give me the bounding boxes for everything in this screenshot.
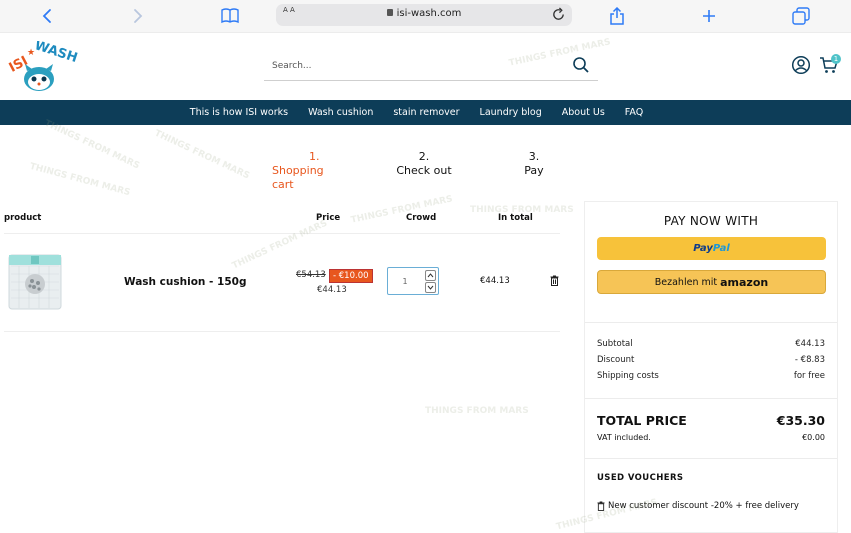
cart-count-badge: 1 (831, 54, 841, 64)
cart-table: product Price Crowd In total Wash cushio… (4, 201, 560, 332)
share-icon[interactable] (606, 5, 628, 27)
divider (585, 322, 837, 323)
paypal-pal-text: Pal (712, 243, 730, 254)
amazon-pay-button[interactable]: Bezahlen mit amazon (597, 270, 826, 294)
total-value: €35.30 (776, 413, 825, 428)
product-image[interactable] (6, 252, 64, 312)
search-bar (264, 53, 598, 81)
divider (585, 398, 837, 399)
watermark: THINGS FROM MARS (425, 406, 529, 416)
browser-toolbar: A A isi-wash.com (0, 0, 851, 33)
product-name[interactable]: Wash cushion - 150g (124, 276, 247, 288)
subtotal-value: €44.13 (795, 339, 825, 349)
chevron-up-icon (427, 273, 434, 278)
amazon-logo: amazon (720, 275, 769, 289)
original-price: €54.13 (296, 270, 326, 280)
vat-value: €0.00 (802, 433, 825, 442)
discount-label: Discount (597, 355, 635, 365)
main-nav: This is how ISI works Wash cushion stain… (0, 100, 851, 125)
column-total: In total (498, 213, 533, 223)
paypal-pay-text: Pay (693, 243, 713, 254)
total-row: TOTAL PRICE €35.30 (597, 413, 825, 428)
column-product: product (4, 213, 42, 223)
step-label: Pay (524, 164, 544, 177)
new-tab-icon[interactable] (698, 5, 720, 27)
nav-item-wash-cushion[interactable]: Wash cushion (308, 107, 373, 118)
chevron-down-icon (427, 285, 434, 290)
voucher-text: New customer discount -20% + free delive… (608, 501, 799, 511)
increase-quantity-button[interactable] (425, 270, 436, 281)
isi-wash-logo[interactable]: ISI WASH ★ (3, 41, 79, 95)
nav-item-faq[interactable]: FAQ (625, 107, 643, 118)
quantity-stepper (387, 267, 439, 295)
shipping-value: for free (793, 371, 825, 381)
step-shopping-cart[interactable]: 1. Shopping cart (272, 150, 342, 192)
forward-icon[interactable] (127, 5, 149, 27)
cart-item-row: Wash cushion - 150g €54.13 - €10.00 €44.… (4, 234, 560, 332)
discount-value: - €8.83 (794, 355, 825, 365)
url-text: isi-wash.com (396, 8, 462, 19)
bookmarks-icon[interactable] (219, 5, 241, 27)
account-icon[interactable] (791, 55, 811, 75)
paypal-button[interactable]: Pay Pal (597, 237, 826, 260)
nav-item-laundry-blog[interactable]: Laundry blog (480, 107, 542, 118)
column-crowd: Crowd (406, 213, 437, 223)
amazon-label: Bezahlen mit (654, 276, 718, 288)
search-icon[interactable] (572, 56, 590, 74)
subtotal-label: Subtotal (597, 339, 633, 349)
used-vouchers-heading: USED VOUCHERS (597, 473, 684, 483)
url-display[interactable]: isi-wash.com (276, 8, 572, 19)
cart-header-row: product Price Crowd In total (4, 201, 560, 234)
nav-item-how-it-works[interactable]: This is how ISI works (190, 107, 288, 118)
vat-label: VAT included. (597, 433, 651, 442)
decrease-quantity-button[interactable] (425, 282, 436, 293)
column-price: Price (316, 213, 341, 223)
step-label: Check out (396, 164, 452, 177)
svg-text:WASH: WASH (33, 41, 79, 66)
step-number: 1. (309, 150, 320, 163)
pay-now-heading: PAY NOW WITH (663, 214, 759, 228)
unit-price: €44.13 (317, 285, 347, 295)
back-icon[interactable] (36, 5, 58, 27)
step-check-out[interactable]: 2. Check out (390, 150, 458, 178)
order-summary: PAY NOW WITH Pay Pal Bezahlen mit amazon … (584, 201, 838, 533)
step-label: Shopping cart (272, 164, 324, 191)
step-pay[interactable]: 3. Pay (514, 150, 554, 178)
row-total: €44.13 (480, 276, 510, 286)
trash-icon[interactable] (550, 275, 559, 286)
checkout-steps: 1. Shopping cart 2. Check out 3. Pay (0, 125, 851, 201)
svg-text:★: ★ (27, 48, 35, 58)
search-input[interactable] (264, 53, 554, 79)
nav-item-about-us[interactable]: About Us (562, 107, 605, 118)
nav-item-stain-remover[interactable]: stain remover (393, 107, 459, 118)
trash-icon[interactable] (597, 501, 605, 511)
shipping-label: Shipping costs (597, 371, 659, 381)
discount-badge: - €10.00 (329, 269, 373, 283)
voucher-item: New customer discount -20% + free delive… (597, 501, 799, 511)
total-label: TOTAL PRICE (597, 413, 687, 428)
subtotal-row: Subtotal €44.13 (597, 339, 825, 349)
vat-row: VAT included. €0.00 (597, 433, 825, 442)
address-bar[interactable]: A A isi-wash.com (276, 4, 572, 26)
step-number: 3. (528, 150, 540, 163)
shipping-row: Shipping costs for free (597, 371, 825, 381)
step-number: 2. (418, 150, 430, 163)
divider (585, 458, 837, 459)
site-header: ISI WASH ★ 1 (0, 33, 851, 100)
lock-icon (386, 9, 393, 16)
tabs-icon[interactable] (790, 5, 812, 27)
discount-row: Discount - €8.83 (597, 355, 825, 365)
reload-icon[interactable] (551, 7, 566, 22)
quantity-input[interactable] (388, 268, 422, 294)
